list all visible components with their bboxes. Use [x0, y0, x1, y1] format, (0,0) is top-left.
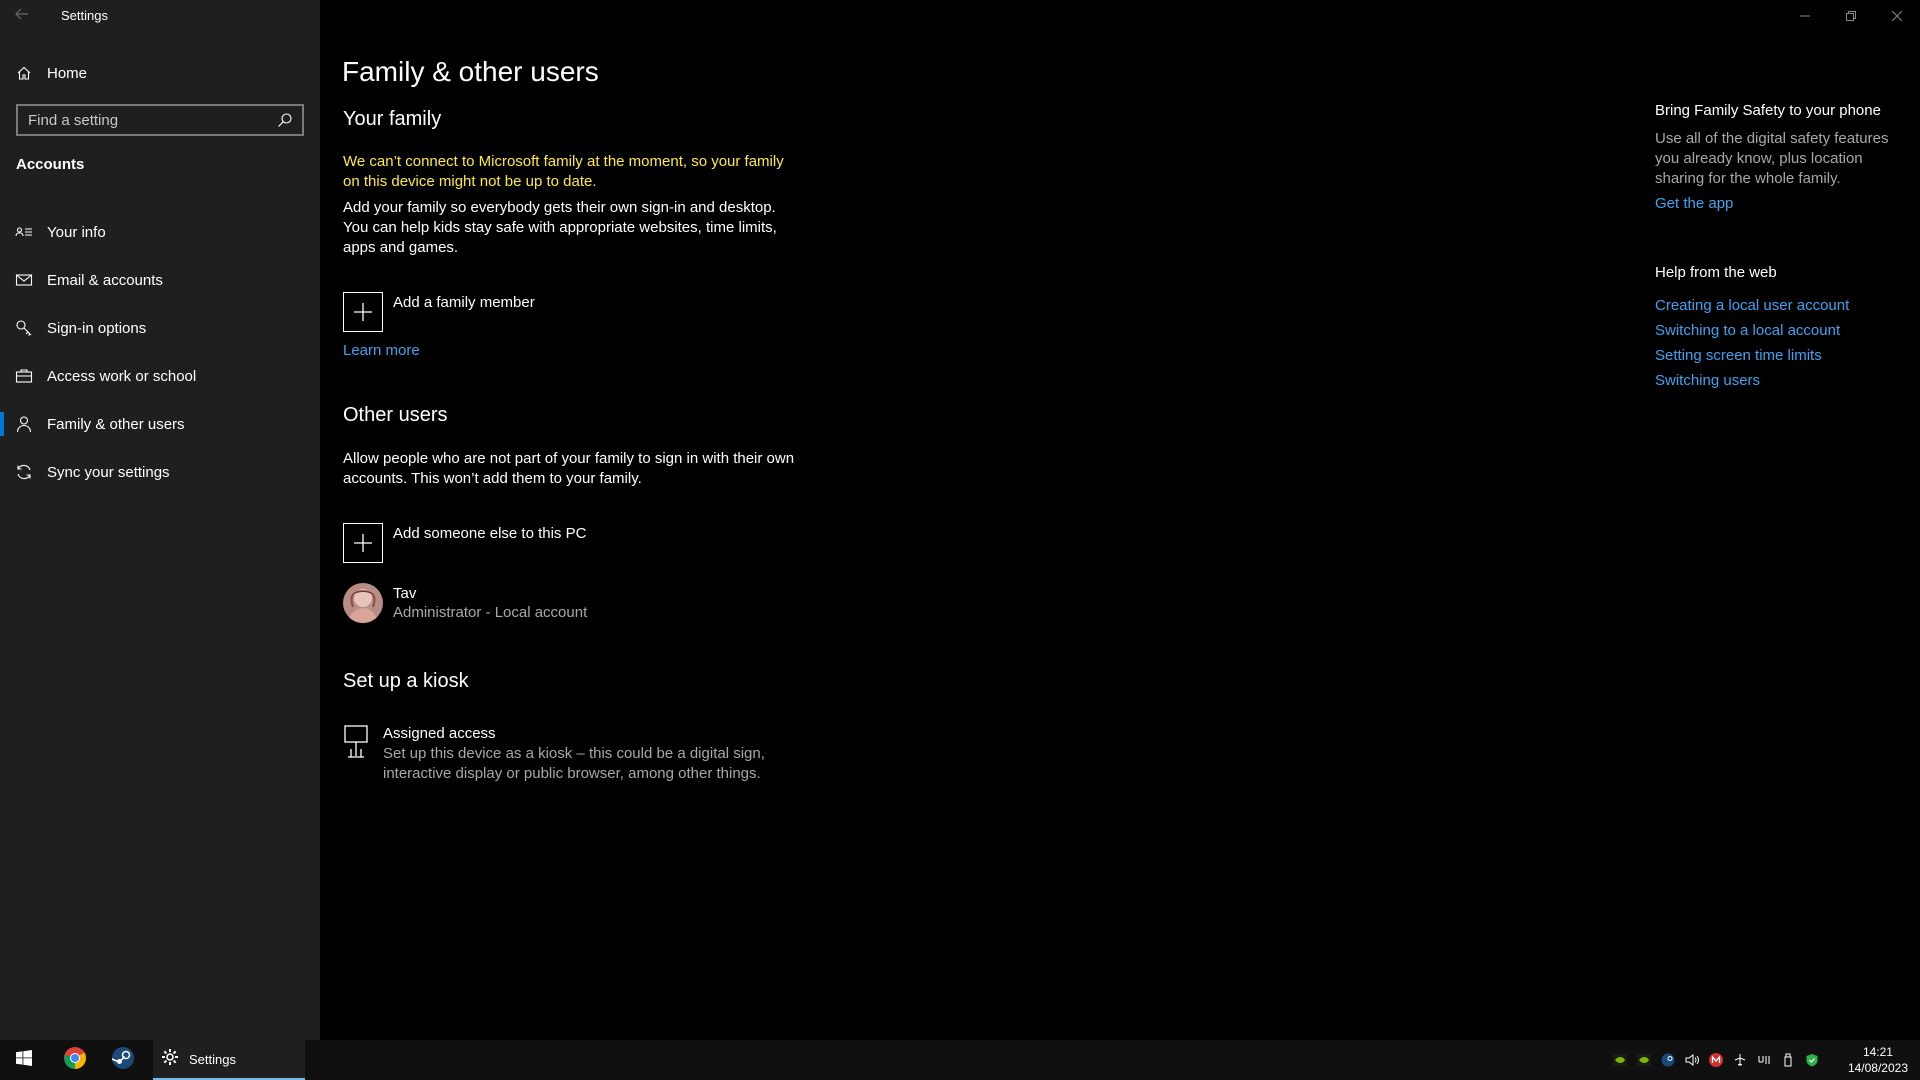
user-name: Tav	[393, 585, 417, 602]
learn-more-link[interactable]: Learn more	[343, 342, 420, 359]
kiosk-heading: Set up a kiosk	[343, 670, 469, 692]
plus-icon	[343, 523, 383, 563]
sidebar-item-sign-in-options[interactable]: Sign-in options	[0, 304, 320, 352]
assigned-access-button[interactable]: Assigned access Set up this device as a …	[343, 724, 803, 784]
family-warning-text: We can’t connect to Microsoft family at …	[343, 153, 784, 190]
start-button[interactable]	[0, 1040, 48, 1080]
help-heading: Help from the web	[1655, 264, 1777, 281]
other-users-heading: Other users	[343, 404, 448, 426]
user-account-tav[interactable]: Tav Administrator - Local account	[343, 583, 587, 623]
clock-date: 14/08/2023	[1847, 1061, 1908, 1075]
clock[interactable]: 14:21 14/08/2023	[1848, 1044, 1908, 1076]
home-icon	[16, 65, 32, 81]
section-label-accounts: Accounts	[16, 156, 85, 173]
sidebar-item-label: Access work or school	[47, 367, 197, 385]
help-link[interactable]: Switching users	[1655, 372, 1905, 389]
key-icon	[15, 319, 33, 337]
sidebar: Settings Home Accounts Your info Email &…	[0, 0, 320, 1040]
assigned-access-description: Set up this device as a kiosk – this cou…	[383, 745, 765, 782]
contact-card-icon	[15, 223, 33, 241]
user-text: Tav Administrator - Local account	[393, 585, 587, 621]
add-someone-else-label: Add someone else to this PC	[393, 525, 587, 542]
windows-logo-icon	[16, 1049, 32, 1071]
mail-icon	[15, 271, 33, 289]
home-label: Home	[47, 64, 88, 82]
sidebar-item-label: Your info	[47, 223, 106, 241]
sidebar-item-email-accounts[interactable]: Email & accounts	[0, 256, 320, 304]
minimize-icon[interactable]	[1782, 0, 1828, 32]
system-tray	[1612, 1040, 1820, 1080]
window-controls	[1782, 0, 1920, 32]
settings-taskbar-button[interactable]: Settings	[153, 1040, 305, 1080]
security-shield-icon[interactable]	[1804, 1052, 1820, 1068]
airplane-icon[interactable]	[1732, 1052, 1748, 1068]
steam-tray-icon[interactable]	[1660, 1052, 1676, 1068]
add-someone-else-button[interactable]: Add someone else to this PC	[343, 523, 586, 563]
back-arrow-icon[interactable]	[14, 6, 38, 26]
app-title: Settings	[61, 8, 108, 23]
family-description: Add your family so everybody gets their …	[343, 199, 777, 256]
search-input[interactable]	[18, 111, 276, 129]
page-title: Family & other users	[342, 56, 599, 87]
other-users-description: Allow people who are not part of your fa…	[343, 450, 795, 487]
search-box[interactable]	[16, 104, 304, 136]
usb-device-icon[interactable]	[1780, 1052, 1796, 1068]
family-safety-panel: Bring Family Safety to your phone Use al…	[1655, 102, 1905, 212]
help-link[interactable]: Setting screen time limits	[1655, 347, 1905, 364]
person-icon	[15, 415, 33, 433]
sidebar-item-label: Sync your settings	[47, 463, 170, 481]
main-content: Family & other users Your family We can’…	[320, 0, 1920, 1040]
kiosk-icon	[343, 724, 369, 784]
sidebar-nav: Your info Email & accounts Sign-in optio…	[0, 208, 320, 496]
sidebar-item-sync-settings[interactable]: Sync your settings	[0, 448, 320, 496]
get-the-app-link[interactable]: Get the app	[1655, 195, 1905, 212]
restore-icon[interactable]	[1828, 0, 1874, 32]
sidebar-item-label: Family & other users	[47, 415, 185, 433]
home-button[interactable]: Home	[0, 58, 320, 88]
sync-icon	[15, 463, 33, 481]
help-link[interactable]: Switching to a local account	[1655, 322, 1905, 339]
keyboard-layout-icon[interactable]	[1756, 1052, 1772, 1068]
settings-taskbar-label: Settings	[189, 1051, 236, 1067]
add-family-member-button[interactable]: Add a family member	[343, 292, 535, 332]
steam-taskbar-button[interactable]	[99, 1040, 147, 1080]
nvidia-share-icon[interactable]	[1636, 1052, 1652, 1068]
gear-icon	[161, 1048, 179, 1071]
avatar	[343, 583, 383, 623]
your-family-heading: Your family	[343, 108, 442, 130]
sidebar-item-your-info[interactable]: Your info	[0, 208, 320, 256]
help-link[interactable]: Creating a local user account	[1655, 297, 1905, 314]
search-icon[interactable]	[276, 111, 294, 129]
sidebar-item-access-work-school[interactable]: Access work or school	[0, 352, 320, 400]
briefcase-icon	[15, 367, 33, 385]
user-account-type: Administrator - Local account	[393, 604, 588, 621]
mail-tray-icon[interactable]	[1708, 1052, 1724, 1068]
add-family-member-label: Add a family member	[393, 294, 535, 311]
plus-icon	[343, 292, 383, 332]
help-from-web-panel: Help from the web Creating a local user …	[1655, 264, 1905, 389]
chrome-icon	[63, 1046, 87, 1075]
kiosk-text: Assigned access Set up this device as a …	[383, 724, 803, 784]
sidebar-item-label: Email & accounts	[47, 271, 163, 289]
steam-icon	[111, 1046, 135, 1075]
family-safety-heading: Bring Family Safety to your phone	[1655, 102, 1881, 119]
close-icon[interactable]	[1874, 0, 1920, 32]
volume-icon[interactable]	[1684, 1052, 1700, 1068]
assigned-access-title: Assigned access	[383, 725, 496, 742]
nvidia-icon[interactable]	[1612, 1052, 1628, 1068]
family-safety-description: Use all of the digital safety features y…	[1655, 130, 1889, 187]
taskbar: Settings 14:21 14/08/2023	[0, 1040, 1920, 1080]
clock-time: 14:21	[1862, 1045, 1893, 1059]
sidebar-item-family-other-users[interactable]: Family & other users	[0, 400, 320, 448]
chrome-taskbar-button[interactable]	[51, 1040, 99, 1080]
sidebar-item-label: Sign-in options	[47, 319, 147, 337]
